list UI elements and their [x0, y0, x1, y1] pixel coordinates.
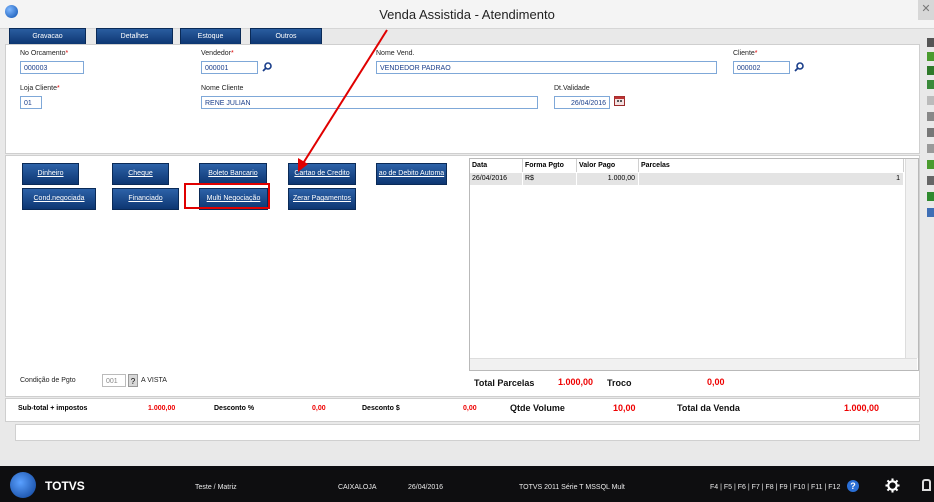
- cell-forma[interactable]: R$: [523, 173, 577, 185]
- status-env: Teste / Matriz: [195, 484, 237, 491]
- save-icon[interactable]: [927, 38, 934, 47]
- dt-validade-field[interactable]: 26/04/2016: [554, 96, 610, 109]
- cell-parcelas[interactable]: 1: [639, 173, 904, 185]
- debito-automatico-button[interactable]: ao de Debito Automa: [376, 163, 447, 185]
- cheque-button[interactable]: Cheque: [112, 163, 169, 185]
- disk-icon[interactable]: [927, 128, 934, 137]
- payments-grid[interactable]: Data Forma Pgto Valor Pago Parcelas 26/0…: [469, 158, 919, 371]
- print-icon[interactable]: [927, 112, 934, 121]
- tab-gravacao[interactable]: Gravacao: [9, 28, 86, 45]
- desconto-val-value: 0,00: [463, 405, 477, 412]
- grid-vertical-scrollbar[interactable]: [905, 159, 918, 358]
- zerar-pagamentos-button[interactable]: Zerar Pagamentos: [288, 188, 356, 210]
- no-orcamento-field[interactable]: 000003: [20, 61, 84, 74]
- qtde-volume-label: Qtde Volume: [510, 403, 565, 413]
- no-orcamento-label: No Orcamento*: [20, 50, 69, 57]
- status-user: CAIXALOJA: [338, 484, 377, 491]
- close-button[interactable]: ✕: [918, 0, 934, 20]
- right-toolbar: [926, 38, 934, 264]
- tab-outros[interactable]: Outros: [250, 28, 322, 45]
- tree-icon[interactable]: [927, 192, 934, 201]
- total-parcelas-label: Total Parcelas: [474, 378, 535, 388]
- boleto-bancario-button[interactable]: Boleto Bancario: [199, 163, 267, 185]
- tab-detalhes[interactable]: Detalhes: [96, 28, 173, 45]
- annotation-highlight-box: [184, 183, 270, 209]
- doc-icon[interactable]: [927, 96, 934, 105]
- status-system: TOTVS 2011 Série T MSSQL Mult: [519, 484, 625, 491]
- condicao-desc: A VISTA: [141, 377, 167, 384]
- cliente-search-icon[interactable]: [794, 62, 804, 72]
- gear-icon[interactable]: [927, 80, 934, 89]
- nome-vend-field[interactable]: VENDEDOR PADRAO: [376, 61, 717, 74]
- status-bar: TOTVS Teste / Matriz CAIXALOJA 26/04/201…: [0, 466, 934, 502]
- loja-cliente-field[interactable]: 01: [20, 96, 42, 109]
- total-venda-value: 1.000,00: [844, 403, 880, 413]
- condicao-help-button[interactable]: ?: [128, 374, 138, 387]
- col-header-data[interactable]: Data: [470, 159, 523, 172]
- subtotal-value: 1.000,00: [148, 405, 176, 412]
- desconto-val-label: Desconto $: [362, 405, 400, 412]
- total-venda-label: Total da Venda: [677, 403, 740, 413]
- status-keys: F4 | F5 | F6 | F7 | F8 | F9 | F10 | F11 …: [710, 484, 841, 491]
- message-bar: [15, 424, 920, 441]
- nome-vend-label: Nome Vend.: [376, 50, 415, 57]
- title-bar: Venda Assistida - Atendimento ✕: [0, 0, 934, 29]
- tab-estoque[interactable]: Estoque: [180, 28, 241, 45]
- tool-icon[interactable]: [927, 52, 934, 61]
- calendar-icon[interactable]: [614, 95, 625, 106]
- window-title: Venda Assistida - Atendimento: [379, 7, 555, 22]
- condicao-label: Condição de Pgto: [20, 377, 76, 384]
- vendedor-search-icon[interactable]: [262, 62, 272, 72]
- qtde-volume-value: 10,00: [613, 403, 636, 413]
- col-header-parcelas[interactable]: Parcelas: [639, 159, 904, 172]
- settings-gear-icon[interactable]: [885, 478, 900, 493]
- condicao-code-field[interactable]: 001: [102, 374, 126, 387]
- arrow-icon[interactable]: [927, 66, 934, 75]
- desconto-pct-value: 0,00: [312, 405, 326, 412]
- total-parcelas-value: 1.000,00: [558, 377, 594, 387]
- dinheiro-button[interactable]: Dinheiro: [22, 163, 79, 185]
- cell-valor[interactable]: 1.000,00: [577, 173, 639, 185]
- col-header-forma[interactable]: Forma Pgto: [523, 159, 577, 172]
- vendedor-label: Vendedor*: [201, 50, 234, 57]
- cell-data[interactable]: 26/04/2016: [470, 173, 523, 185]
- subtotal-label: Sub-total + impostos: [18, 405, 88, 412]
- vendedor-field[interactable]: 000001: [201, 61, 258, 74]
- cond-negociada-button[interactable]: Cond.negociada: [22, 188, 96, 210]
- brand-name: TOTVS: [45, 479, 85, 493]
- lock-icon[interactable]: [927, 144, 934, 153]
- troco-label: Troco: [607, 378, 632, 388]
- loja-cliente-label: Loja Cliente*: [20, 85, 60, 92]
- financiado-button[interactable]: Financiado: [112, 188, 179, 210]
- chart-icon[interactable]: [927, 208, 934, 217]
- nome-cliente-label: Nome Cliente: [201, 85, 244, 92]
- refresh-icon[interactable]: [927, 160, 934, 169]
- help-icon[interactable]: ?: [847, 480, 859, 492]
- search-icon[interactable]: [927, 176, 934, 185]
- desconto-pct-label: Desconto %: [214, 405, 255, 412]
- grid-horizontal-scrollbar[interactable]: [470, 358, 917, 370]
- totvs-logo-icon: [10, 472, 36, 498]
- col-header-valor[interactable]: Valor Pago: [577, 159, 639, 172]
- cartao-credito-button[interactable]: Cartao de Credito: [288, 163, 356, 185]
- status-date: 26/04/2016: [408, 484, 444, 491]
- logout-lock-icon[interactable]: [922, 479, 931, 491]
- nome-cliente-field[interactable]: RENE JULIAN: [201, 96, 538, 109]
- cliente-field[interactable]: 000002: [733, 61, 790, 74]
- cliente-label: Cliente*: [733, 50, 758, 57]
- troco-value: 0,00: [707, 377, 725, 387]
- dt-validade-label: Dt.Validade: [554, 85, 590, 92]
